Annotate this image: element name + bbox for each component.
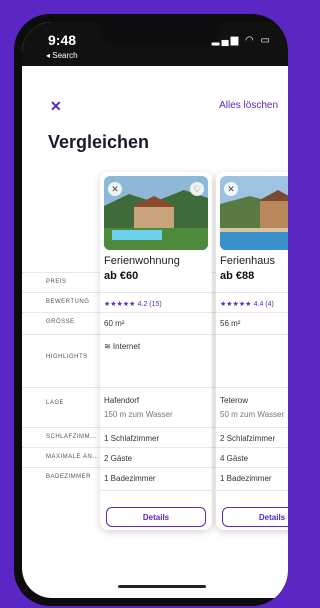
card-divider — [216, 490, 288, 491]
guests-cell: 4 Gäste — [220, 454, 249, 463]
row-label-highlights: HIGHLIGHTS — [46, 354, 88, 360]
notch — [100, 22, 220, 44]
location-cell: Hafendorf — [104, 396, 140, 405]
card-divider — [100, 292, 212, 293]
card-divider — [216, 334, 288, 335]
bedrooms-cell: 1 Schlafzimmer — [104, 434, 160, 443]
card-price: ab €60 — [104, 270, 139, 282]
card-divider — [100, 312, 212, 313]
clear-all-button[interactable]: Alles löschen — [219, 100, 278, 111]
rating-value: 4.2 (15) — [137, 301, 162, 308]
card-divider — [100, 490, 212, 491]
phone-frame: 9:48 ◂ Search ▂▄▆ ◠ ▭ ✕ Alles löschen Ve… — [14, 14, 288, 606]
details-button[interactable]: Details — [222, 507, 288, 527]
back-to-search-link[interactable]: ◂ Search — [46, 51, 78, 60]
card-divider — [216, 387, 288, 388]
bathrooms-cell: 1 Badezimmer — [104, 474, 156, 483]
remove-icon[interactable]: ✕ — [108, 182, 122, 196]
card-divider — [216, 427, 288, 428]
card-price: ab €88 — [220, 270, 255, 282]
card-divider — [100, 447, 212, 448]
size-cell: 60 m² — [104, 319, 125, 328]
distance-cell: 50 m zum Wasser — [220, 410, 285, 419]
property-card-1[interactable]: ✕ ♡ Ferienwohnung ab €60 ★★★★★ 4.2 (15) … — [100, 172, 212, 530]
remove-icon[interactable]: ✕ — [224, 182, 238, 196]
size-cell: 56 m² — [220, 319, 241, 328]
card-divider — [216, 447, 288, 448]
card-divider — [100, 334, 212, 335]
rating-cell: ★★★★★ 4.4 (4) — [220, 299, 288, 308]
rating-stars: ★★★★★ — [220, 301, 252, 308]
system-icons: ▂▄▆ ◠ ▭ — [211, 35, 272, 46]
close-icon[interactable]: ✕ — [50, 98, 62, 115]
status-time: 9:48 — [48, 32, 77, 48]
card-divider — [216, 467, 288, 468]
rating-stars: ★★★★★ — [104, 301, 136, 308]
location-cell: Teterow — [220, 396, 249, 405]
app-screen: 9:48 ◂ Search ▂▄▆ ◠ ▭ ✕ Alles löschen Ve… — [22, 22, 288, 598]
distance-cell: 150 m zum Wasser — [104, 410, 173, 419]
details-button[interactable]: Details — [106, 507, 206, 527]
card-divider — [100, 427, 212, 428]
row-label-location: LAGE — [46, 400, 65, 406]
home-indicator[interactable] — [118, 585, 206, 588]
card-title: Ferienhaus — [220, 255, 276, 267]
row-label-bathrooms: BADEZIMMER — [46, 474, 92, 480]
card-title: Ferienwohnung — [104, 255, 180, 267]
card-divider — [216, 312, 288, 313]
page-title: Vergleichen — [48, 132, 150, 152]
bedrooms-cell: 2 Schlafzimmer — [220, 434, 276, 443]
heart-icon[interactable]: ♡ — [190, 182, 204, 196]
rating-value: 4.4 (4) — [253, 301, 274, 308]
row-label-rating: BEWERTUNG — [46, 299, 90, 305]
rating-cell: ★★★★★ 4.2 (15) — [104, 299, 208, 308]
row-label-bedrooms: SCHLAFZIMM... — [46, 434, 97, 440]
property-card-2[interactable]: ✕ Ferienhaus ab €88 ★★★★★ 4.4 (4) 56 m² … — [216, 172, 288, 530]
property-image[interactable]: ✕ — [220, 176, 288, 250]
card-divider — [100, 467, 212, 468]
highlight-cell: ≋ Internet — [104, 342, 141, 351]
card-divider — [216, 292, 288, 293]
card-divider — [100, 387, 212, 388]
property-image[interactable]: ✕ ♡ — [104, 176, 208, 250]
bathrooms-cell: 1 Badezimmer — [220, 474, 272, 483]
row-label-size: GRÖSSE — [46, 319, 75, 325]
row-label-max-guests: MAXIMALE AN... — [46, 454, 99, 460]
guests-cell: 2 Gäste — [104, 454, 133, 463]
row-label-price: PREIS — [46, 279, 67, 285]
